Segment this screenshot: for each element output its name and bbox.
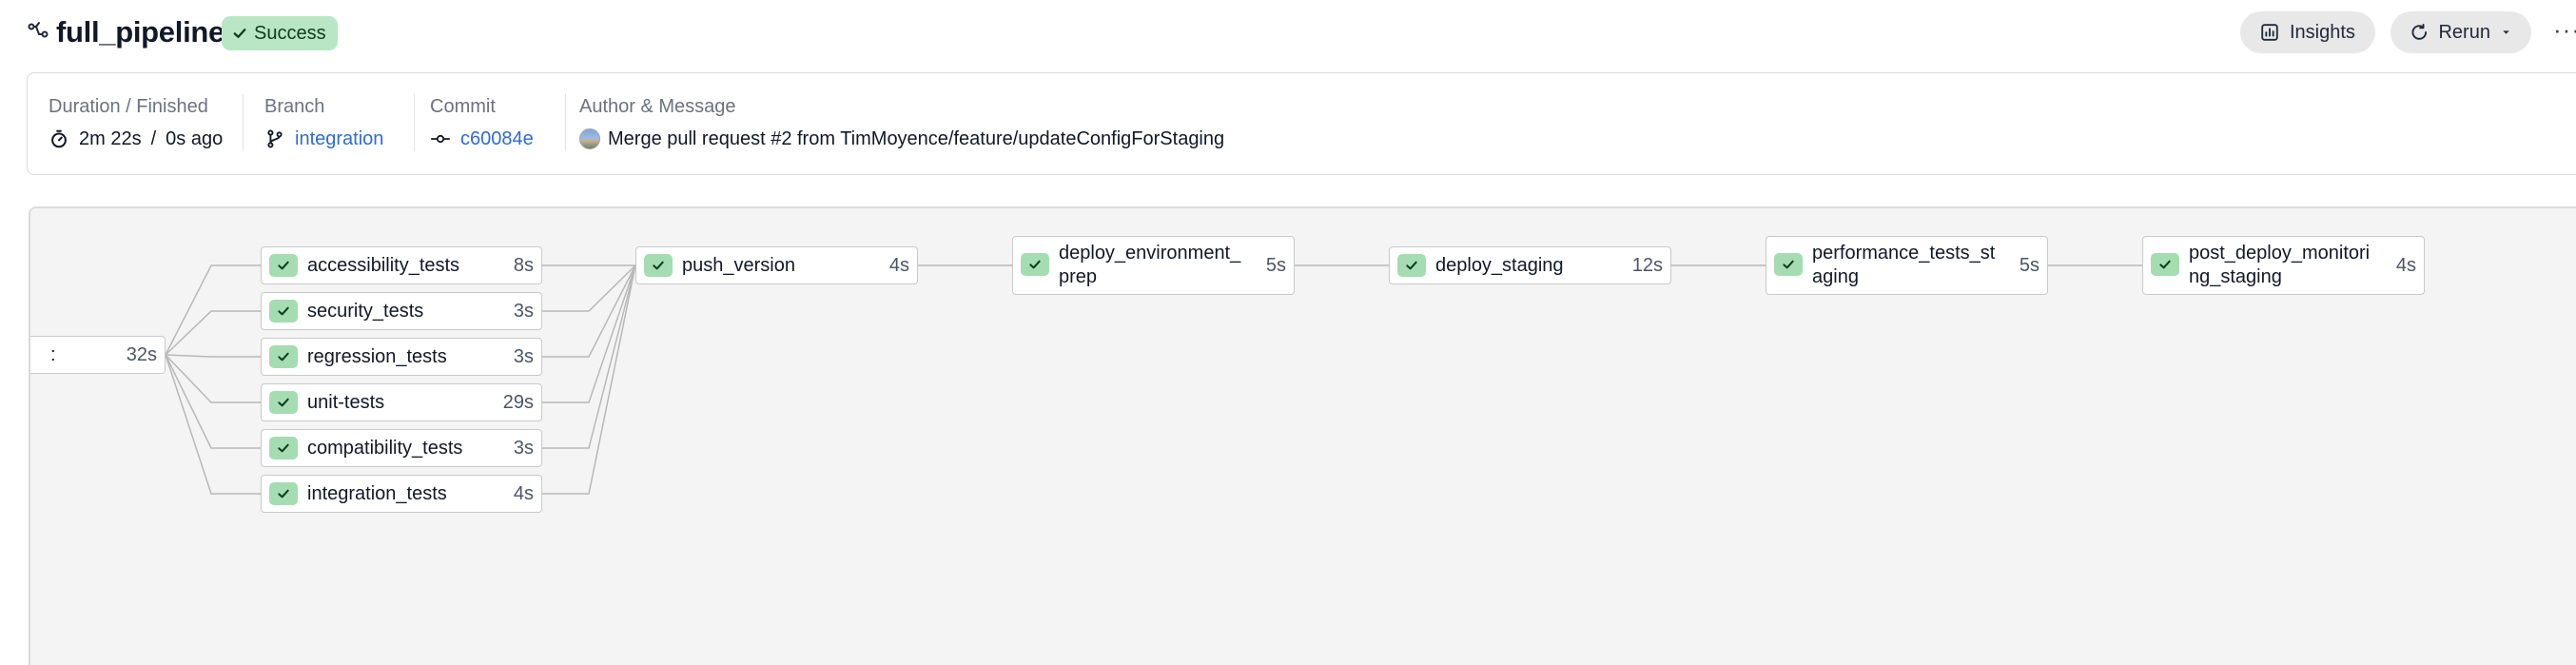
graph-edge — [165, 354, 261, 358]
success-check-icon — [2151, 253, 2179, 276]
stage-node[interactable]: unit-tests 29s — [261, 383, 542, 421]
pipeline-graph[interactable]: : 32s accessibility_tests 8s security_te… — [29, 206, 2576, 665]
branch-label: Branch — [264, 96, 325, 117]
stage-duration: 12s — [1631, 254, 1663, 276]
graph-edge — [541, 264, 636, 495]
git-commit-icon — [430, 134, 451, 144]
duration-separator: / — [150, 128, 157, 149]
stage-duration: 29s — [502, 391, 534, 413]
stage-node[interactable]: : 32s — [30, 336, 166, 374]
success-check-icon — [269, 345, 298, 368]
stage-name: push_version — [682, 254, 795, 276]
stage-node[interactable]: push_version 4s — [635, 246, 918, 284]
status-label: Success — [254, 22, 326, 44]
page-header: full_pipeline Success Insights Rerun ··· — [0, 0, 2576, 72]
stage-node[interactable]: post_deploy_monitoring_staging 4s — [2142, 236, 2425, 295]
commit-message: Merge pull request #2 from TimMoyence/fe… — [608, 128, 1225, 149]
stage-node[interactable]: deploy_staging 12s — [1389, 246, 1671, 284]
stage-name: performance_tests_staging — [1812, 243, 1996, 287]
caret-down-icon — [2503, 30, 2509, 34]
stage-node[interactable]: integration_tests 4s — [261, 475, 542, 513]
commit-value-row: c60084e — [430, 127, 534, 151]
stage-node[interactable]: security_tests 3s — [261, 292, 542, 330]
success-check-icon — [269, 254, 298, 277]
success-check-icon — [1774, 253, 1803, 276]
stage-name: : — [50, 343, 56, 365]
stage-duration: 4s — [513, 482, 534, 504]
stage-name: deploy_staging — [1435, 254, 1564, 276]
success-check-icon — [269, 300, 298, 323]
duration-section: Duration / Finished 2m 22s / 0s ago — [49, 94, 223, 151]
check-icon — [233, 29, 246, 38]
insights-label: Insights — [2290, 21, 2355, 43]
stage-duration: 4s — [888, 254, 909, 276]
finished-value: 0s ago — [166, 128, 224, 149]
author-value-row: Merge pull request #2 from TimMoyence/fe… — [579, 127, 1224, 151]
success-check-icon — [1021, 253, 1049, 276]
success-check-icon — [269, 482, 298, 505]
bar-chart-icon — [2261, 24, 2278, 41]
page-title: full_pipeline — [56, 15, 224, 49]
summary-divider — [565, 94, 566, 151]
more-options-button[interactable]: ··· — [2553, 17, 2576, 42]
branch-section: Branch integration — [264, 94, 383, 151]
duration-value: 2m 22s — [79, 128, 142, 149]
stage-duration: 3s — [513, 437, 534, 459]
success-check-icon — [644, 254, 673, 277]
stage-name: regression_tests — [307, 345, 447, 367]
stage-name: compatibility_tests — [307, 437, 463, 459]
commit-link[interactable]: c60084e — [460, 127, 534, 151]
stage-name: unit-tests — [307, 391, 385, 413]
stage-node[interactable]: regression_tests 3s — [261, 338, 542, 376]
commit-label: Commit — [430, 96, 496, 117]
author-avatar — [579, 128, 600, 149]
author-label: Author & Message — [579, 96, 736, 117]
stage-name: integration_tests — [307, 482, 447, 504]
summary-divider — [414, 94, 415, 151]
stage-duration: 3s — [513, 300, 534, 322]
insights-button[interactable]: Insights — [2240, 11, 2375, 53]
duration-value-row: 2m 22s / 0s ago — [49, 127, 223, 151]
stage-node[interactable]: compatibility_tests 3s — [261, 429, 542, 467]
stage-duration: 4s — [2395, 254, 2416, 276]
success-check-icon — [269, 391, 298, 414]
stage-duration: 3s — [513, 345, 534, 367]
stage-duration: 5s — [1265, 254, 1286, 276]
branch-link[interactable]: integration — [295, 127, 383, 151]
author-section: Author & Message Merge pull request #2 f… — [579, 94, 1224, 151]
commit-section: Commit c60084e — [430, 94, 534, 151]
graph-edge — [165, 354, 261, 495]
git-branch-icon — [267, 129, 283, 148]
stage-duration: 8s — [513, 254, 534, 276]
branch-value-row: integration — [264, 127, 383, 151]
stage-duration: 32s — [126, 343, 157, 365]
rerun-label: Rerun — [2438, 21, 2490, 43]
success-check-icon — [269, 437, 298, 460]
stage-name: security_tests — [307, 300, 424, 322]
status-badge: Success — [222, 16, 338, 50]
graph-edge — [541, 264, 636, 312]
stage-name: post_deploy_monitoring_staging — [2189, 243, 2371, 287]
stage-name: accessibility_tests — [307, 254, 460, 276]
pipeline-summary-card: Duration / Finished 2m 22s / 0s ago Bran… — [27, 72, 2576, 175]
graph-edge — [165, 310, 261, 356]
stage-node[interactable]: accessibility_tests 8s — [261, 246, 542, 284]
pipeline-icon — [28, 22, 49, 38]
stage-node[interactable]: performance_tests_staging 5s — [1766, 236, 2048, 295]
summary-divider — [243, 94, 244, 151]
refresh-icon — [2411, 23, 2428, 40]
duration-label: Duration / Finished — [49, 96, 208, 117]
success-check-icon — [1397, 254, 1426, 277]
stage-name: deploy_environment_prep — [1059, 243, 1241, 287]
rerun-button[interactable]: Rerun — [2391, 11, 2531, 53]
stage-duration: 5s — [2019, 254, 2039, 276]
stage-node[interactable]: deploy_environment_prep 5s — [1012, 236, 1295, 295]
graph-edge — [165, 354, 261, 403]
stopwatch-icon — [51, 129, 67, 148]
